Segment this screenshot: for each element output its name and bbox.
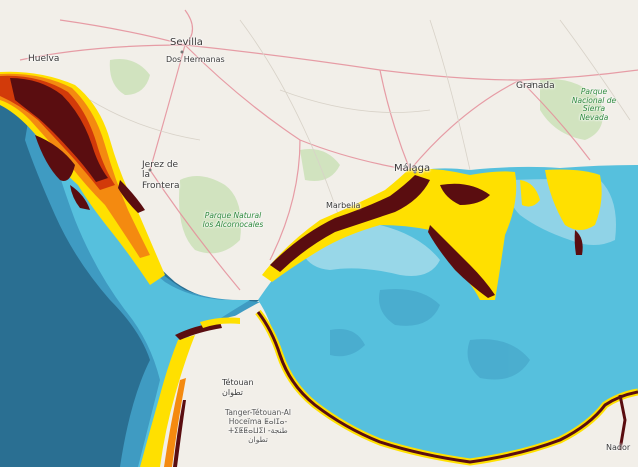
label-marbella: Marbella [326,201,361,210]
label-jerez: Jerez de la Frontera [142,160,180,191]
label-granada: Granada [516,81,555,91]
map-view[interactable]: Huelva Sevilla Dos Hermanas Granada Parq… [0,0,638,467]
label-nador: Nador [606,443,631,452]
label-dos-hermanas: Dos Hermanas [166,55,225,64]
label-huelva: Huelva [28,54,60,64]
map-canvas[interactable] [0,0,638,467]
label-tanger-region: Tanger-Tétouan-Al Hoceïma ⵟⴰⵏⵊⴰ-ⵜⵉⵟⵟⴰⵡⵉⵏ… [225,408,291,444]
label-tetouan: Tétouan ﺗﻄﻮﺍﻥ [222,378,254,397]
label-park-alcornocales: Parque Natural los Alcornocales [202,211,264,229]
label-malaga: Málaga [394,163,431,174]
label-sevilla: Sevilla [170,37,203,48]
label-park-sierra-nevada: Parque Nacional de Sierra Nevada [571,87,617,122]
